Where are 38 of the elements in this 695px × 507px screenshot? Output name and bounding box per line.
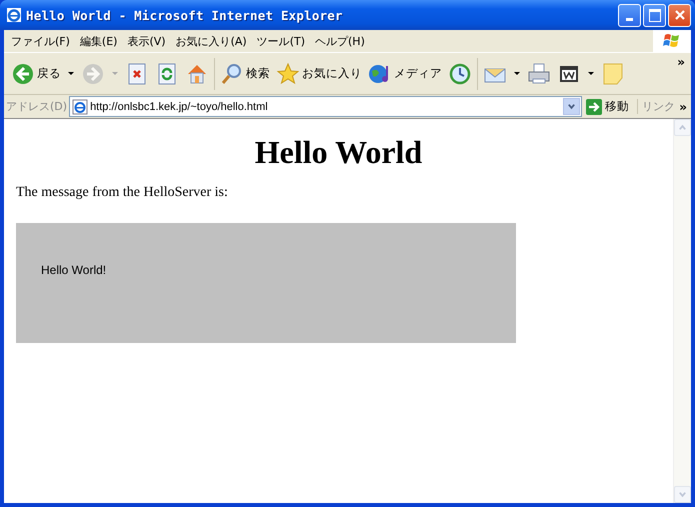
menu-item[interactable]: 編集(E)	[74, 34, 122, 48]
links-more-button[interactable]: »	[679, 100, 687, 114]
applet-message: Hello World!	[41, 263, 106, 277]
page-heading: Hello World	[254, 134, 424, 171]
minimize-button[interactable]	[618, 4, 641, 26]
menu-item[interactable]: ファイル(F)	[6, 34, 75, 48]
toolbar-more-button[interactable]: »	[677, 55, 685, 69]
go-button[interactable]: 移動	[582, 98, 638, 114]
chevron-down-icon	[567, 102, 576, 111]
media-button[interactable]: メディア	[365, 60, 445, 88]
go-arrow-icon	[586, 98, 602, 114]
dropdown-arrow-icon[interactable]	[588, 72, 594, 75]
search-icon	[220, 62, 244, 86]
printer-icon	[527, 62, 551, 86]
dropdown-button[interactable]	[563, 98, 580, 115]
address-label: アドレス(D)	[5, 99, 68, 114]
menu-item[interactable]: お気に入り(A)	[170, 34, 252, 48]
back-button[interactable]: 戻る	[8, 60, 64, 88]
ie-icon	[6, 7, 22, 23]
dropdown-arrow-icon[interactable]	[68, 72, 74, 75]
dropdown-arrow-icon[interactable]	[514, 72, 520, 75]
address-field[interactable]: http://onlsbc1.kek.jp/~toyo/hello.html	[69, 96, 582, 117]
star-icon	[276, 62, 300, 86]
sticky-note-icon	[601, 62, 625, 86]
maximize-button[interactable]	[643, 4, 666, 26]
chevron-down-icon	[678, 490, 687, 499]
menu-item[interactable]: ツール(T)	[252, 34, 310, 48]
close-button[interactable]	[668, 4, 691, 26]
history-clock-icon	[448, 62, 472, 86]
message-text: The message from the HelloServer is:	[16, 185, 229, 201]
search-button[interactable]: 検索	[217, 60, 273, 88]
menu-item[interactable]: ヘルプ(H)	[310, 34, 370, 48]
close-icon	[674, 9, 686, 21]
favorites-button[interactable]: お気に入り	[273, 60, 365, 88]
window-title: Hello World - Microsoft Internet Explorer	[26, 8, 344, 22]
chevron-up-icon	[678, 123, 687, 132]
page-icon	[72, 98, 88, 114]
menu-item[interactable]: 表示(V)	[122, 34, 171, 48]
